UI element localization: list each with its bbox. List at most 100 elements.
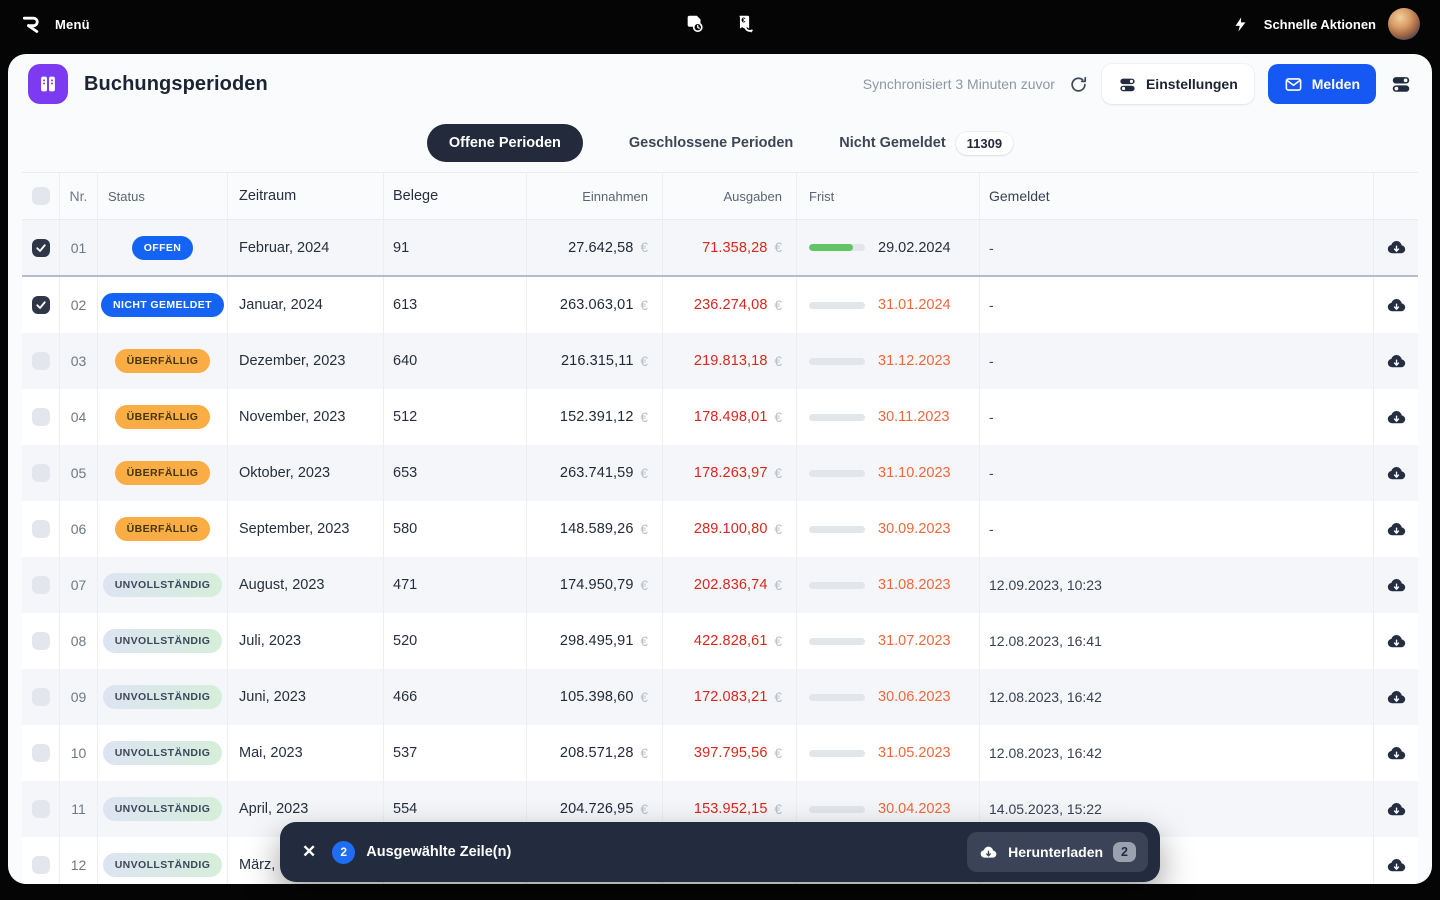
table-row[interactable]: 02NICHT GEMELDETJanuar, 2024613263.063,0… xyxy=(22,277,1418,333)
row-checkbox[interactable] xyxy=(32,464,50,482)
deadline-date: 31.05.2023 xyxy=(878,745,951,761)
income-cell: 105.398,60€ xyxy=(527,669,663,725)
expense-cell: 397.795,56€ xyxy=(663,725,797,781)
table-settings-icon[interactable] xyxy=(1390,73,1412,95)
documents-count-cell: 613 xyxy=(384,277,527,333)
download-icon[interactable] xyxy=(1384,685,1408,709)
deadline-progress xyxy=(809,244,865,251)
app-logo-icon[interactable] xyxy=(20,13,42,35)
currency-symbol: € xyxy=(774,522,782,537)
row-checkbox[interactable] xyxy=(32,632,50,650)
download-icon[interactable] xyxy=(1384,573,1408,597)
row-checkbox[interactable] xyxy=(32,408,50,426)
table-row[interactable]: 04ÜBERFÄLLIGNovember, 2023512152.391,12€… xyxy=(22,389,1418,445)
booking-periods-icon xyxy=(28,64,68,104)
user-avatar[interactable] xyxy=(1388,8,1420,40)
expense-cell: 178.498,01€ xyxy=(663,389,797,445)
documents-count-cell: 91 xyxy=(384,220,527,275)
quick-actions-button[interactable]: Schnelle Aktionen xyxy=(1264,17,1376,32)
table-row[interactable]: 09UNVOLLSTÄNDIGJuni, 2023466105.398,60€1… xyxy=(22,669,1418,725)
documents-count-cell: 520 xyxy=(384,613,527,669)
report-button[interactable]: Melden xyxy=(1268,64,1376,104)
deadline-date: 31.12.2023 xyxy=(878,353,951,369)
download-icon[interactable] xyxy=(1384,293,1408,317)
table-body: 01OFFENFebruar, 20249127.642,58€71.358,2… xyxy=(22,220,1418,884)
row-number: 09 xyxy=(60,669,98,725)
expense-cell: 219.813,18€ xyxy=(663,333,797,389)
download-icon[interactable] xyxy=(1384,236,1408,260)
table-row[interactable]: 05ÜBERFÄLLIGOktober, 2023653263.741,59€1… xyxy=(22,445,1418,501)
status-badge: ÜBERFÄLLIG xyxy=(115,405,211,429)
download-icon[interactable] xyxy=(1384,629,1408,653)
settings-button-label: Einstellungen xyxy=(1146,76,1238,92)
tab-closed-periods[interactable]: Geschlossene Perioden xyxy=(629,135,793,151)
col-header-zeitraum: Zeitraum xyxy=(228,173,384,219)
selection-bar: ✕ 2 Ausgewählte Zeile(n) Herunterladen 2 xyxy=(280,822,1160,882)
tab-not-reported-label: Nicht Gemeldet xyxy=(839,135,945,151)
currency-symbol: € xyxy=(640,240,648,255)
documents-count-cell: 537 xyxy=(384,725,527,781)
close-icon[interactable]: ✕ xyxy=(302,842,316,862)
download-icon[interactable] xyxy=(1384,797,1408,821)
deadline-date: 31.10.2023 xyxy=(878,465,951,481)
download-icon[interactable] xyxy=(1384,349,1408,373)
table-row[interactable]: 08UNVOLLSTÄNDIGJuli, 2023520298.495,91€4… xyxy=(22,613,1418,669)
currency-symbol: € xyxy=(640,690,648,705)
deadline-date: 30.09.2023 xyxy=(878,521,951,537)
tab-not-reported[interactable]: Nicht Gemeldet 11309 xyxy=(839,132,1013,155)
row-checkbox[interactable] xyxy=(32,744,50,762)
row-checkbox[interactable] xyxy=(32,296,50,314)
download-icon[interactable] xyxy=(1384,741,1408,765)
row-checkbox[interactable] xyxy=(32,688,50,706)
deadline-cell: 30.09.2023 xyxy=(797,501,980,557)
col-header-belege: Belege xyxy=(384,173,527,219)
svg-text:€: € xyxy=(741,16,745,25)
col-header-ausgaben: Ausgaben xyxy=(663,173,797,219)
download-icon[interactable] xyxy=(1384,405,1408,429)
deadline-progress xyxy=(809,302,865,309)
document-clock-icon[interactable] xyxy=(684,13,706,35)
row-checkbox[interactable] xyxy=(32,239,50,257)
period-cell: Juli, 2023 xyxy=(228,613,384,669)
row-checkbox[interactable] xyxy=(32,576,50,594)
download-icon[interactable] xyxy=(1384,517,1408,541)
download-button[interactable]: Herunterladen 2 xyxy=(967,832,1148,872)
reported-cell: - xyxy=(980,220,1374,275)
select-all-checkbox[interactable] xyxy=(32,187,50,205)
row-checkbox[interactable] xyxy=(32,352,50,370)
deadline-progress xyxy=(809,358,865,365)
documents-count-cell: 653 xyxy=(384,445,527,501)
row-checkbox[interactable] xyxy=(32,800,50,818)
deadline-progress xyxy=(809,582,865,589)
expense-cell: 422.828,61€ xyxy=(663,613,797,669)
row-checkbox[interactable] xyxy=(32,520,50,538)
settings-button[interactable]: Einstellungen xyxy=(1102,64,1254,104)
income-cell: 208.571,28€ xyxy=(527,725,663,781)
row-checkbox[interactable] xyxy=(32,856,50,874)
income-cell: 152.391,12€ xyxy=(527,389,663,445)
expense-cell: 202.836,74€ xyxy=(663,557,797,613)
table-row[interactable]: 03ÜBERFÄLLIGDezember, 2023640216.315,11€… xyxy=(22,333,1418,389)
row-number: 06 xyxy=(60,501,98,557)
currency-symbol: € xyxy=(640,802,648,817)
table-row[interactable]: 10UNVOLLSTÄNDIGMai, 2023537208.571,28€39… xyxy=(22,725,1418,781)
table-row[interactable]: 06ÜBERFÄLLIGSeptember, 2023580148.589,26… xyxy=(22,501,1418,557)
currency-symbol: € xyxy=(774,802,782,817)
receipt-sync-icon[interactable]: € xyxy=(734,13,756,35)
tab-open-periods[interactable]: Offene Perioden xyxy=(427,124,583,162)
refresh-icon[interactable] xyxy=(1069,75,1088,94)
download-icon[interactable] xyxy=(1384,461,1408,485)
periods-table: Nr. Status Zeitraum Belege Einnahmen Aus… xyxy=(22,172,1418,884)
reported-cell: 12.09.2023, 10:23 xyxy=(980,557,1374,613)
download-icon[interactable] xyxy=(1384,853,1408,877)
status-badge: NICHT GEMELDET xyxy=(101,293,224,317)
documents-count-cell: 512 xyxy=(384,389,527,445)
table-row[interactable]: 07UNVOLLSTÄNDIGAugust, 2023471174.950,79… xyxy=(22,557,1418,613)
status-badge: UNVOLLSTÄNDIG xyxy=(103,629,223,653)
status-badge: UNVOLLSTÄNDIG xyxy=(103,797,223,821)
table-row[interactable]: 01OFFENFebruar, 20249127.642,58€71.358,2… xyxy=(22,220,1418,277)
status-badge: OFFEN xyxy=(132,236,194,260)
menu-button[interactable]: Menü xyxy=(55,17,90,32)
deadline-progress xyxy=(809,470,865,477)
deadline-cell: 31.12.2023 xyxy=(797,333,980,389)
